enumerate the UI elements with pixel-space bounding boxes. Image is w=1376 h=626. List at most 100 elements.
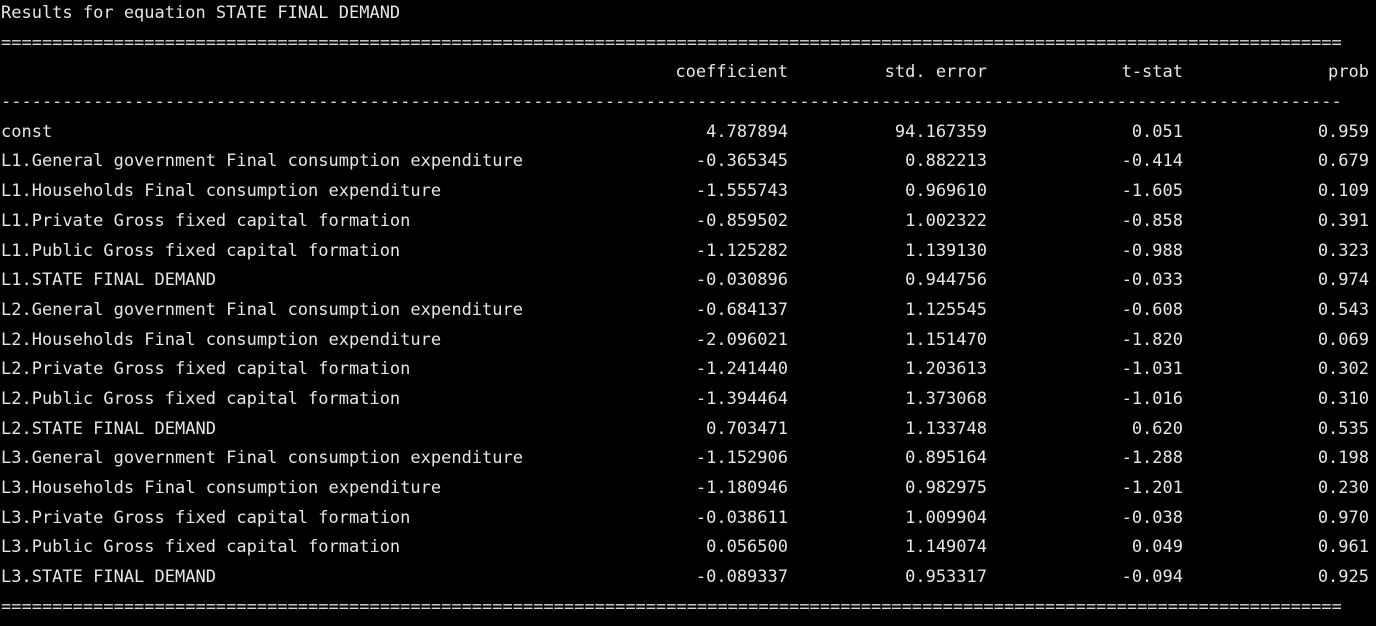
row-label: L2.Public Gross fixed capital formation (1, 388, 401, 409)
row-label: L2.Private Gross fixed capital formation (1, 359, 411, 380)
row-std-error: 1.009904 (905, 507, 987, 528)
row-coefficient: -1.241440 (695, 359, 788, 380)
row-t-stat: -1.605 (1121, 181, 1183, 202)
row-coefficient: -1.125282 (695, 240, 788, 261)
table-row: L1.Public Gross fixed capital formation -… (1, 237, 1369, 267)
row-std-error: 0.882213 (905, 151, 987, 172)
terminal-output: Results for equation STATE FINAL DEMAND … (0, 0, 1376, 625)
row-prob: 0.970 (1317, 507, 1369, 528)
row-t-stat: -1.288 (1121, 448, 1183, 469)
table-row: L3.General government Final consumption … (1, 444, 1369, 474)
row-prob: 0.109 (1317, 181, 1369, 202)
row-prob: 0.391 (1317, 210, 1369, 231)
row-t-stat: 0.620 (1131, 418, 1183, 439)
row-label: L1.STATE FINAL DEMAND (1, 270, 216, 291)
row-std-error: 1.203613 (905, 359, 987, 380)
header-prob: prob (1328, 62, 1369, 83)
table-row: L2.Households Final consumption expendit… (1, 326, 1369, 356)
row-coefficient: -1.180946 (695, 478, 788, 498)
row-prob: 0.543 (1317, 299, 1369, 320)
row-label: L3.General government Final consumption … (1, 448, 523, 469)
header-coefficient: coefficient (675, 62, 788, 83)
row-t-stat: -1.201 (1121, 478, 1183, 498)
table-row: L2.Private Gross fixed capital formation… (1, 355, 1369, 385)
row-t-stat: -1.016 (1121, 388, 1183, 409)
double-rule-bottom: ========================================… (1, 596, 1342, 617)
row-coefficient: -2.096021 (695, 329, 788, 350)
table-row: L1.STATE FINAL DEMAND -0.030896 0.944756 -0… (1, 266, 1369, 296)
table-row: L1.Private Gross fixed capital formation… (1, 207, 1369, 237)
row-t-stat: -0.608 (1121, 299, 1183, 320)
results-title: Results for equation STATE FINAL DEMAND (1, 3, 401, 23)
row-t-stat: -1.820 (1121, 329, 1183, 350)
row-std-error: 1.373068 (905, 388, 987, 409)
row-t-stat: -0.414 (1121, 151, 1183, 172)
row-prob: 0.310 (1317, 388, 1369, 409)
row-prob: 0.961 (1317, 537, 1369, 558)
table-row: L1.Households Final consumption expendit… (1, 177, 1369, 207)
row-coefficient: -0.684137 (695, 299, 788, 320)
row-std-error: 0.969610 (905, 181, 987, 202)
row-label: L1.Public Gross fixed capital formation (1, 240, 401, 261)
row-t-stat: -0.033 (1121, 270, 1183, 291)
row-std-error: 0.953317 (905, 567, 987, 588)
row-coefficient: -1.555743 (695, 181, 788, 202)
row-std-error: 1.125545 (905, 299, 987, 320)
row-coefficient: -1.152906 (695, 448, 788, 469)
row-coefficient: 0.056500 (706, 537, 788, 558)
row-label: const (1, 121, 53, 142)
row-label: L3.Households Final consumption expendit… (1, 478, 442, 498)
row-label: L2.Households Final consumption expendit… (1, 329, 442, 350)
table-row: L1.General government Final consumption … (1, 147, 1369, 177)
table-row: L3.Private Gross fixed capital formation… (1, 504, 1369, 534)
row-std-error: 1.151470 (905, 329, 987, 350)
row-prob: 0.302 (1317, 359, 1369, 380)
row-label: L1.General government Final consumption … (1, 151, 523, 172)
row-std-error: 0.982975 (905, 478, 987, 498)
row-coefficient: 4.787894 (706, 121, 788, 142)
row-coefficient: -0.859502 (695, 210, 788, 231)
table-row: L3.STATE FINAL DEMAND -0.089337 0.953317 -0… (1, 563, 1369, 593)
row-prob: 0.323 (1317, 240, 1369, 261)
row-coefficient: -0.365345 (695, 151, 788, 172)
row-prob: 0.535 (1317, 418, 1369, 439)
row-t-stat: -0.094 (1121, 567, 1183, 588)
single-rule: ----------------------------------------… (1, 92, 1342, 113)
table-row: L3.Public Gross fixed capital formation 0… (1, 533, 1369, 563)
row-std-error: 0.944756 (905, 270, 987, 291)
table-row: const 4.787894 94.167359 0.051 0.959 (1, 118, 1369, 148)
row-prob: 0.198 (1317, 448, 1369, 469)
row-prob: 0.974 (1317, 270, 1369, 291)
row-label: L3.STATE FINAL DEMAND (1, 567, 216, 588)
row-prob: 0.925 (1317, 567, 1369, 588)
row-label: L2.General government Final consumption … (1, 299, 523, 320)
row-coefficient: 0.703471 (706, 418, 788, 439)
table-row: L2.STATE FINAL DEMAND 0.703471 1.133748 0.6… (1, 415, 1369, 445)
row-coefficient: -0.089337 (695, 567, 788, 588)
row-std-error: 1.139130 (905, 240, 987, 261)
row-prob: 0.230 (1317, 478, 1369, 498)
results-table-body: const 4.787894 94.167359 0.051 0.959 L1.Gener… (1, 118, 1369, 593)
table-row: L2.Public Gross fixed capital formation -… (1, 385, 1369, 415)
row-prob: 0.069 (1317, 329, 1369, 350)
row-t-stat: 0.049 (1131, 537, 1183, 558)
table-row: L3.Households Final consumption expendit… (1, 474, 1369, 504)
row-coefficient: -1.394464 (695, 388, 788, 409)
table-header: coefficient std. error t-stat prob (1, 58, 1369, 88)
table-row: L2.General government Final consumption … (1, 296, 1369, 326)
header-t-stat: t-stat (1121, 62, 1183, 83)
double-rule-top: ========================================… (1, 32, 1342, 53)
row-t-stat: -1.031 (1121, 359, 1183, 380)
row-prob: 0.959 (1317, 121, 1369, 142)
row-std-error: 1.133748 (905, 418, 987, 439)
row-coefficient: -0.030896 (695, 270, 788, 291)
row-std-error: 0.895164 (905, 448, 987, 469)
row-label: L3.Public Gross fixed capital formation (1, 537, 401, 558)
row-label: L1.Households Final consumption expendit… (1, 181, 442, 202)
row-label: L1.Private Gross fixed capital formation (1, 210, 411, 231)
header-std-error: std. error (884, 62, 987, 83)
row-t-stat: 0.051 (1131, 121, 1183, 142)
row-t-stat: -0.988 (1121, 240, 1183, 261)
row-t-stat: -0.858 (1121, 210, 1183, 231)
row-std-error: 94.167359 (894, 121, 987, 142)
